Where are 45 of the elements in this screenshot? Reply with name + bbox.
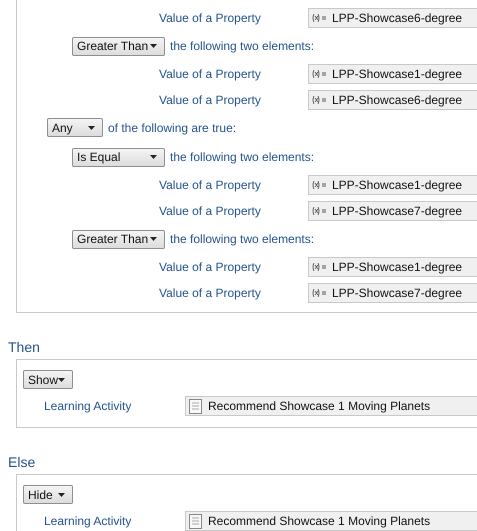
property-label: Value of a Property bbox=[159, 10, 262, 27]
dropdown[interactable]: Is Equal bbox=[72, 148, 165, 166]
condition-text: the following two elements: bbox=[170, 231, 314, 248]
caret-icon bbox=[150, 237, 157, 241]
caret-icon bbox=[88, 126, 95, 130]
activity-field[interactable]: Recommend Showcase 1 Moving Planets bbox=[185, 396, 477, 416]
property-label: Value of a Property bbox=[159, 177, 262, 194]
condition-text: the following two elements: bbox=[170, 38, 314, 55]
property-field[interactable]: LPP-Showcase1-degree bbox=[308, 64, 477, 84]
dropdown[interactable]: Any bbox=[47, 118, 103, 137]
document-icon bbox=[189, 514, 202, 528]
variable-icon bbox=[312, 96, 328, 104]
activity-field[interactable]: Recommend Showcase 1 Moving Planets bbox=[185, 511, 477, 531]
activity-label: Learning Activity bbox=[44, 398, 132, 415]
dropdown[interactable]: Show bbox=[23, 370, 73, 389]
variable-icon bbox=[312, 289, 328, 297]
condition-text: of the following are true: bbox=[108, 120, 236, 136]
property-field[interactable]: LPP-Showcase6-degree bbox=[308, 8, 477, 28]
variable-icon bbox=[312, 70, 328, 78]
section-title: Else bbox=[8, 453, 36, 472]
dropdown[interactable]: Greater Than bbox=[72, 36, 165, 56]
property-field[interactable]: LPP-Showcase1-degree bbox=[308, 175, 477, 195]
variable-icon bbox=[312, 181, 328, 189]
variable-icon bbox=[312, 263, 328, 271]
caret-icon bbox=[58, 492, 65, 496]
property-field[interactable]: LPP-Showcase7-degree bbox=[308, 201, 477, 221]
condition-text: the following two elements: bbox=[170, 149, 314, 166]
activity-label: Learning Activity bbox=[44, 513, 132, 530]
property-label: Value of a Property bbox=[159, 285, 262, 302]
caret-icon bbox=[150, 44, 157, 48]
property-field[interactable]: LPP-Showcase7-degree bbox=[308, 283, 477, 303]
property-field[interactable]: LPP-Showcase6-degree bbox=[308, 90, 477, 110]
caret-icon bbox=[150, 155, 157, 159]
dropdown[interactable]: Greater Than bbox=[72, 230, 165, 248]
dropdown[interactable]: Hide bbox=[23, 485, 73, 504]
property-label: Value of a Property bbox=[159, 203, 262, 220]
section-title: Then bbox=[8, 338, 41, 357]
document-icon bbox=[189, 398, 202, 414]
property-label: Value of a Property bbox=[159, 259, 262, 276]
variable-icon bbox=[312, 14, 328, 22]
property-field[interactable]: LPP-Showcase1-degree bbox=[308, 257, 477, 277]
property-label: Value of a Property bbox=[159, 66, 262, 83]
caret-icon bbox=[58, 378, 66, 382]
property-label: Value of a Property bbox=[159, 92, 262, 109]
variable-icon bbox=[312, 207, 328, 215]
